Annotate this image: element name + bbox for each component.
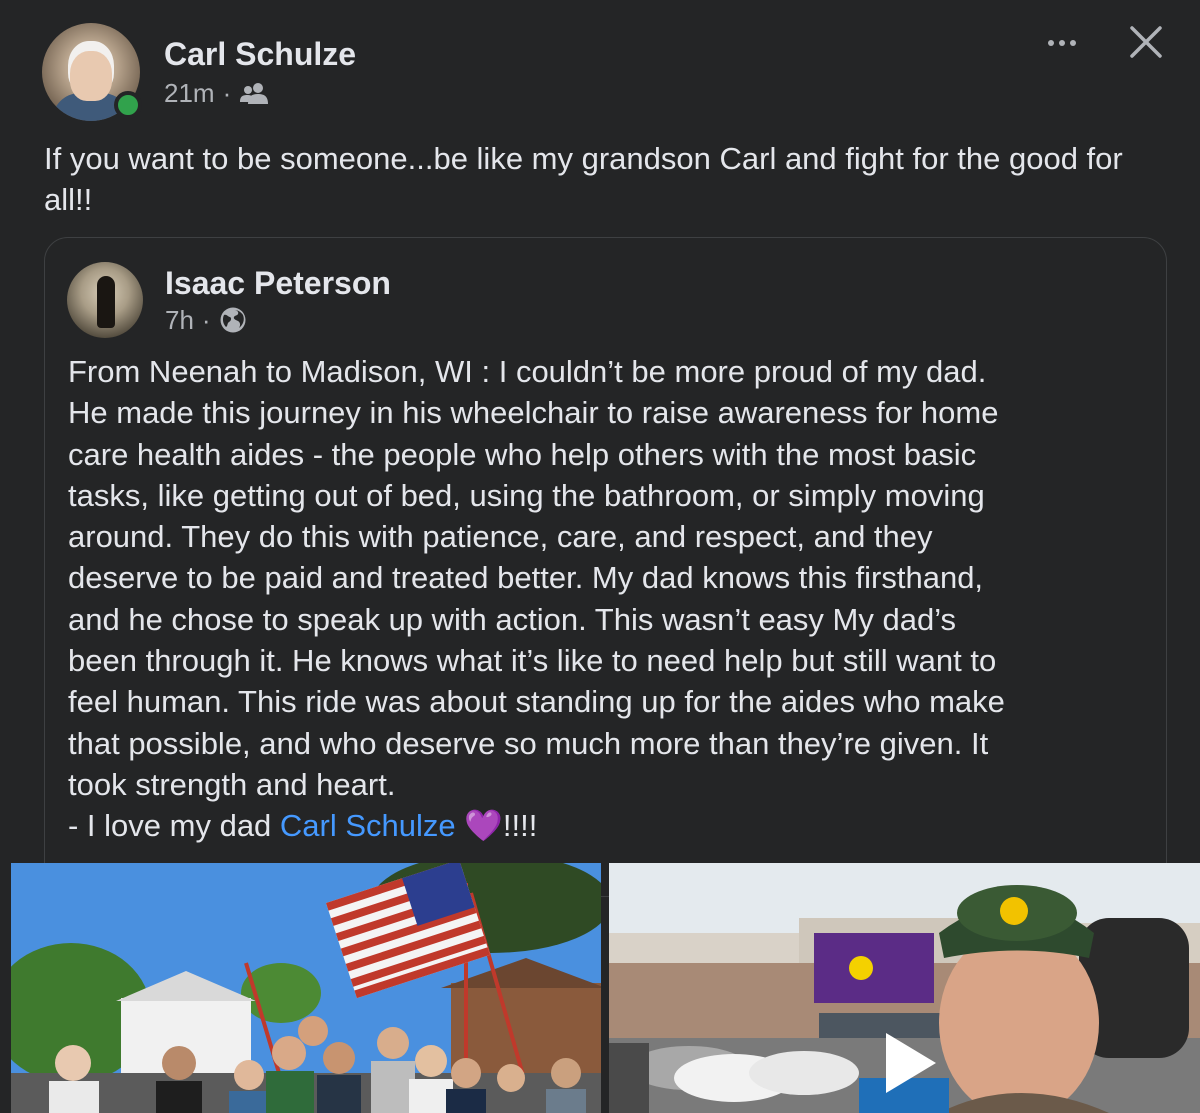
shared-author-name[interactable]: Isaac Peterson [165,263,391,303]
shared-post-text: From Neenah to Madison, WI : I couldn’t … [68,351,1148,847]
shared-text-line: He made this journey in his wheelchair t… [68,395,999,431]
mention-link[interactable]: Carl Schulze [280,808,456,843]
shared-text-line: feel human. This ride was about standing… [68,684,1005,720]
shared-text-line: and he chose to speak up with action. Th… [68,601,957,637]
shared-text-line: deserve to be paid and treated better. M… [68,560,984,596]
shared-text-line: that possible, and who deserve so much m… [68,725,989,761]
post-meta: 21m · [164,76,356,110]
friends-icon[interactable] [239,82,269,104]
video-thumbnail[interactable] [609,863,1200,1113]
post-text: If you want to be someone...be like my g… [44,141,1123,217]
author-name[interactable]: Carl Schulze [164,34,356,74]
last-line-suffix: !!!! [502,808,538,844]
post-time[interactable]: 21m [164,76,215,110]
shared-text-line: tasks, like getting out of bed, using th… [68,477,985,513]
more-options-icon[interactable] [1040,28,1084,58]
shared-post-meta: 7h · [165,303,391,337]
photo-group-flag[interactable] [11,863,601,1113]
author-avatar[interactable] [42,23,142,121]
shared-meta-separator: · [201,305,211,335]
shared-text-line: around. They do this with patience, care… [68,519,933,555]
meta-separator: · [222,78,232,108]
last-line-prefix: - I love my dad [68,808,280,844]
group-photo-illustration [11,863,601,1113]
shared-text-line: From Neenah to Madison, WI : I couldn’t … [68,354,987,389]
shared-text-line: been through it. He knows what it’s like… [68,643,997,679]
post-header: Carl Schulze 21m · [42,22,356,122]
shared-post-time[interactable]: 7h [165,303,194,337]
globe-icon[interactable] [219,306,247,334]
play-icon[interactable] [854,1013,954,1113]
purple-heart-emoji: 💜 [464,808,503,844]
close-icon[interactable] [1126,22,1166,62]
shared-post-card[interactable]: Isaac Peterson 7h · From Neenah to Madis… [44,237,1167,897]
shared-text-last-line: - I love my dad Carl Schulze 💜!!!! [68,805,1148,846]
shared-author-avatar[interactable] [67,262,143,338]
online-status-dot [114,91,142,119]
shared-text-line: took strength and heart. [68,766,396,802]
shared-text-line: care health aides - the people who help … [68,436,977,472]
shared-post-header: Isaac Peterson 7h · [67,262,391,338]
